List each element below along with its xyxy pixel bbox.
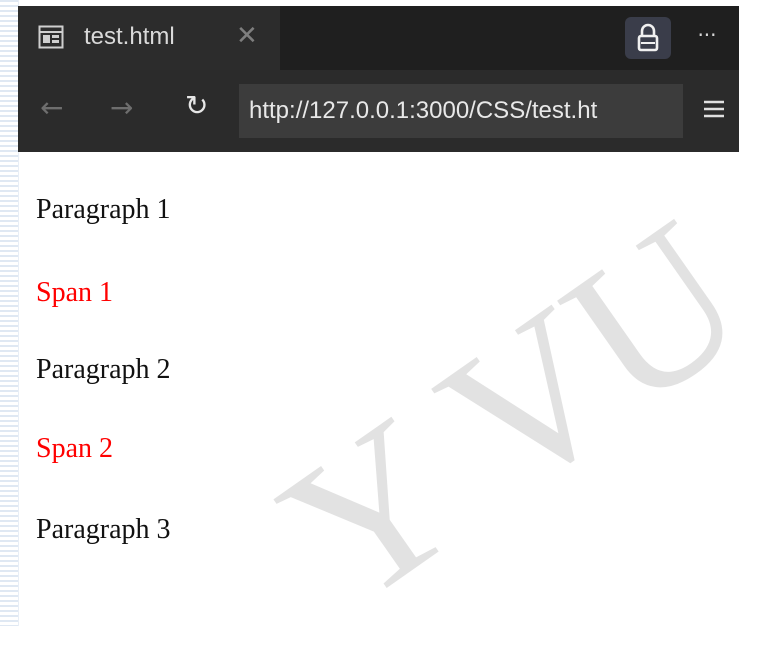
more-options-icon[interactable]: ··· — [690, 20, 724, 52]
left-page-margin — [0, 0, 19, 626]
tab-test-html[interactable]: test.html ✕ — [18, 6, 280, 70]
tab-title: test.html — [84, 23, 175, 50]
lock-button[interactable] — [625, 17, 671, 59]
page-icon — [38, 25, 64, 49]
paragraph-1: Paragraph 1 — [36, 194, 171, 225]
tab-bar: test.html ✕ ··· — [18, 6, 739, 70]
close-icon[interactable]: ✕ — [236, 20, 258, 52]
browser-window: test.html ✕ ··· ← → ↻ http://127.0.0.1:3… — [18, 6, 739, 152]
back-arrow-icon[interactable]: ← — [40, 92, 70, 124]
navigation-bar: ← → ↻ http://127.0.0.1:3000/CSS/test.ht — [18, 70, 739, 152]
span-2: Span 2 — [36, 433, 113, 464]
url-text: http://127.0.0.1:3000/CSS/test.ht — [249, 97, 598, 124]
address-bar[interactable]: http://127.0.0.1:3000/CSS/test.ht — [239, 84, 683, 138]
paragraph-3: Paragraph 3 — [36, 514, 171, 545]
lock-icon — [637, 23, 659, 52]
watermark: Y VU — [243, 176, 757, 651]
span-1: Span 1 — [36, 277, 113, 308]
hamburger-menu-icon[interactable] — [700, 92, 728, 126]
forward-arrow-icon[interactable]: → — [110, 92, 140, 124]
paragraph-2: Paragraph 2 — [36, 354, 171, 385]
reload-icon[interactable]: ↻ — [185, 90, 215, 122]
